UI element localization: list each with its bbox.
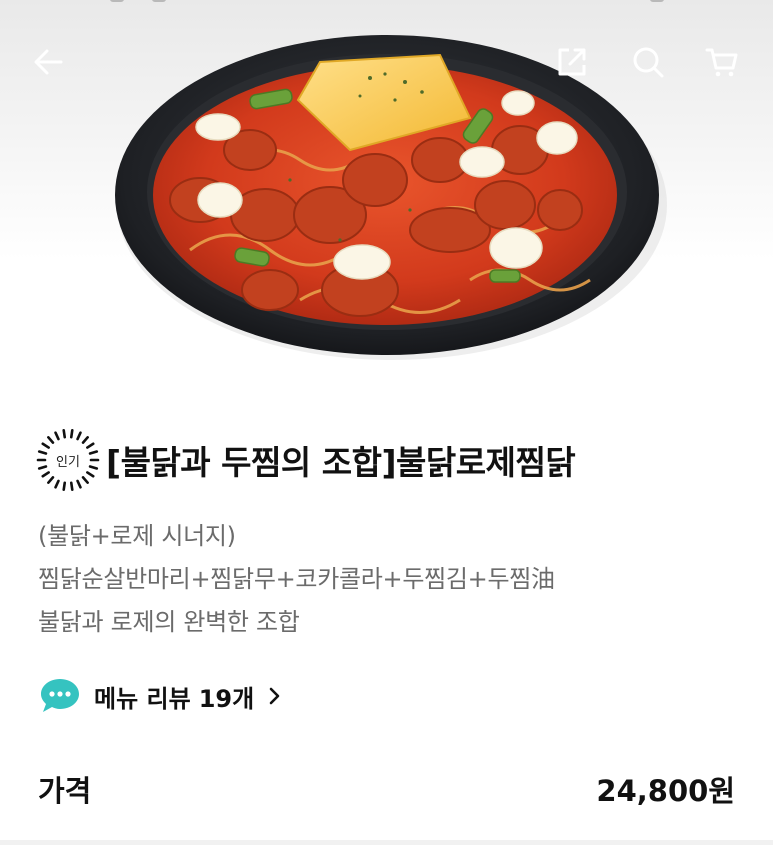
hero-image-area <box>0 0 773 392</box>
search-button[interactable] <box>626 40 670 84</box>
description-line: (불닭+로제 시너지) <box>38 522 236 550</box>
product-title: [불닭과 두찜의 조합]불닭로제찜닭 <box>106 443 576 482</box>
product-description: (불닭+로제 시너지) 찜닭순살반마리+찜닭무+코카콜라+두찜김+두찜油 불닭과… <box>38 515 555 644</box>
price-row: 가격 24,800원 <box>38 768 735 810</box>
back-button[interactable] <box>26 40 70 84</box>
share-button[interactable] <box>550 40 594 84</box>
cart-icon <box>705 48 738 77</box>
cart-button[interactable] <box>700 40 744 84</box>
menu-review-link[interactable]: 메뉴 리뷰 19개 <box>38 676 282 716</box>
description-line: 불닭과 로제의 완벽한 조합 <box>38 608 300 636</box>
price-value: 24,800원 <box>596 774 735 808</box>
chevron-right-icon <box>269 687 280 705</box>
arrow-left-icon <box>34 49 63 75</box>
review-label: 메뉴 리뷰 <box>94 684 191 713</box>
share-icon <box>558 48 586 76</box>
popular-badge: 인기 <box>36 428 100 492</box>
speech-bubble-icon <box>41 679 79 712</box>
badge-label: 인기 <box>56 454 80 470</box>
price-label: 가격 <box>38 774 92 808</box>
description-line: 찜닭순살반마리+찜닭무+코카콜라+두찜김+두찜油 <box>38 565 555 593</box>
section-divider <box>0 840 773 845</box>
review-count: 19개 <box>198 684 255 713</box>
product-title-row: 인기 [불닭과 두찜의 조합]불닭로제찜닭 <box>36 428 576 492</box>
search-icon <box>633 47 664 78</box>
